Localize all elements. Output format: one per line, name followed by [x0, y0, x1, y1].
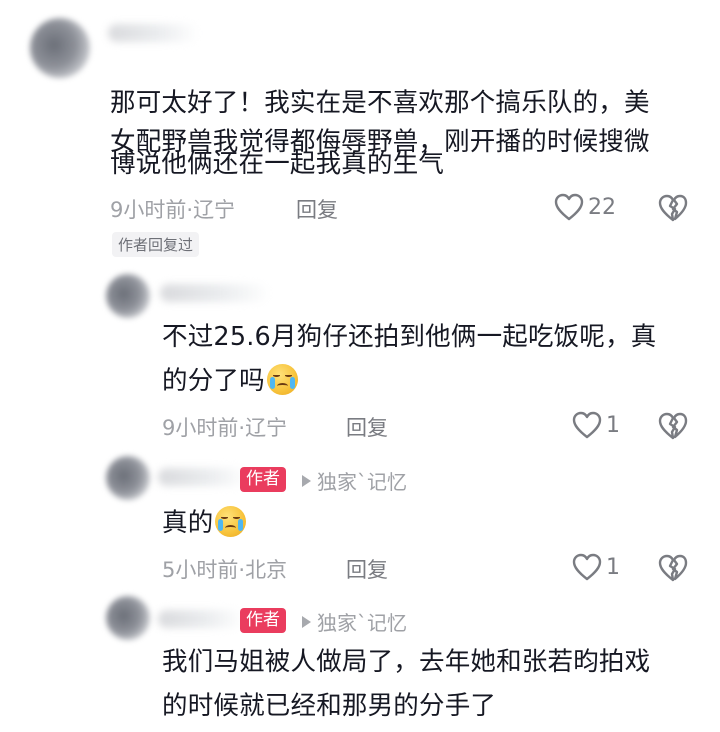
crying-face-emoji-icon [215, 506, 247, 537]
comment-text-line: 我们马姐被人做局了，去年她和张若昀拍戏 [162, 647, 651, 677]
like-count: 1 [606, 554, 620, 580]
username-blurred[interactable] [158, 468, 248, 486]
comment-text-line: 真的 [162, 504, 247, 543]
avatar[interactable] [30, 18, 90, 78]
heart-outline-icon [572, 411, 602, 439]
play-arrow-icon [302, 615, 311, 628]
play-arrow-icon [302, 474, 311, 487]
like-button[interactable]: 1 [572, 553, 620, 581]
dislike-button[interactable] [658, 554, 688, 586]
dislike-button[interactable] [658, 412, 688, 444]
comment-time: 9小时前 [110, 198, 187, 222]
heart-outline-icon [554, 193, 584, 221]
username-blurred[interactable] [108, 24, 198, 42]
comment-meta: 9小时前·辽宁 [162, 412, 287, 442]
comment-text-line: 的分了吗 [162, 362, 298, 401]
reply-button[interactable]: 回复 [346, 554, 388, 584]
like-count: 22 [588, 194, 616, 220]
broken-heart-icon [658, 554, 688, 582]
comment-text-line: 的时候就已经和那男的分手了 [162, 691, 497, 721]
comment-time: 9小时前 [162, 416, 239, 440]
avatar[interactable] [106, 456, 150, 500]
author-badge: 作者 [240, 467, 286, 492]
author-replied-tag: 作者回复过 [112, 232, 200, 257]
comment-text-line: 博说他俩还在一起我真的生气 [110, 149, 445, 179]
username-blurred[interactable] [160, 284, 270, 302]
comment-time: 5小时前 [162, 558, 239, 582]
heart-outline-icon [572, 553, 602, 581]
comment-location: 辽宁 [245, 416, 288, 440]
broken-heart-icon [658, 412, 688, 440]
reply-button[interactable]: 回复 [296, 194, 338, 224]
avatar[interactable] [106, 596, 150, 640]
comment-meta: 5小时前·北京 [162, 554, 287, 584]
comment-location: 北京 [245, 558, 288, 582]
dislike-button[interactable] [658, 194, 688, 226]
comment-thread: 那可太好了！我实在是不喜欢那个搞乐队的，美 女配野兽我觉得都侮辱野兽，刚开播的时… [0, 0, 720, 732]
avatar[interactable] [106, 274, 150, 318]
comment-location: 辽宁 [193, 198, 236, 222]
comment-text-line: 那可太好了！我实在是不喜欢那个搞乐队的，美 [110, 88, 650, 118]
like-count: 1 [606, 412, 620, 438]
comment-meta: 9小时前·辽宁 [110, 194, 235, 224]
broken-heart-icon [658, 194, 688, 222]
author-badge: 作者 [240, 608, 286, 633]
reply-target-name: 独家`记忆 [317, 611, 407, 635]
like-button[interactable]: 1 [572, 411, 620, 439]
reply-button[interactable]: 回复 [346, 412, 388, 442]
reply-target[interactable]: 独家`记忆 [302, 607, 407, 636]
comment-text-line: 不过25.6月狗仔还拍到他俩一起吃饭呢，真 [162, 322, 657, 352]
like-button[interactable]: 22 [554, 193, 616, 221]
crying-face-emoji-icon [266, 364, 298, 395]
username-blurred[interactable] [158, 610, 244, 628]
reply-target-name: 独家`记忆 [317, 470, 407, 494]
reply-target[interactable]: 独家`记忆 [302, 466, 407, 495]
